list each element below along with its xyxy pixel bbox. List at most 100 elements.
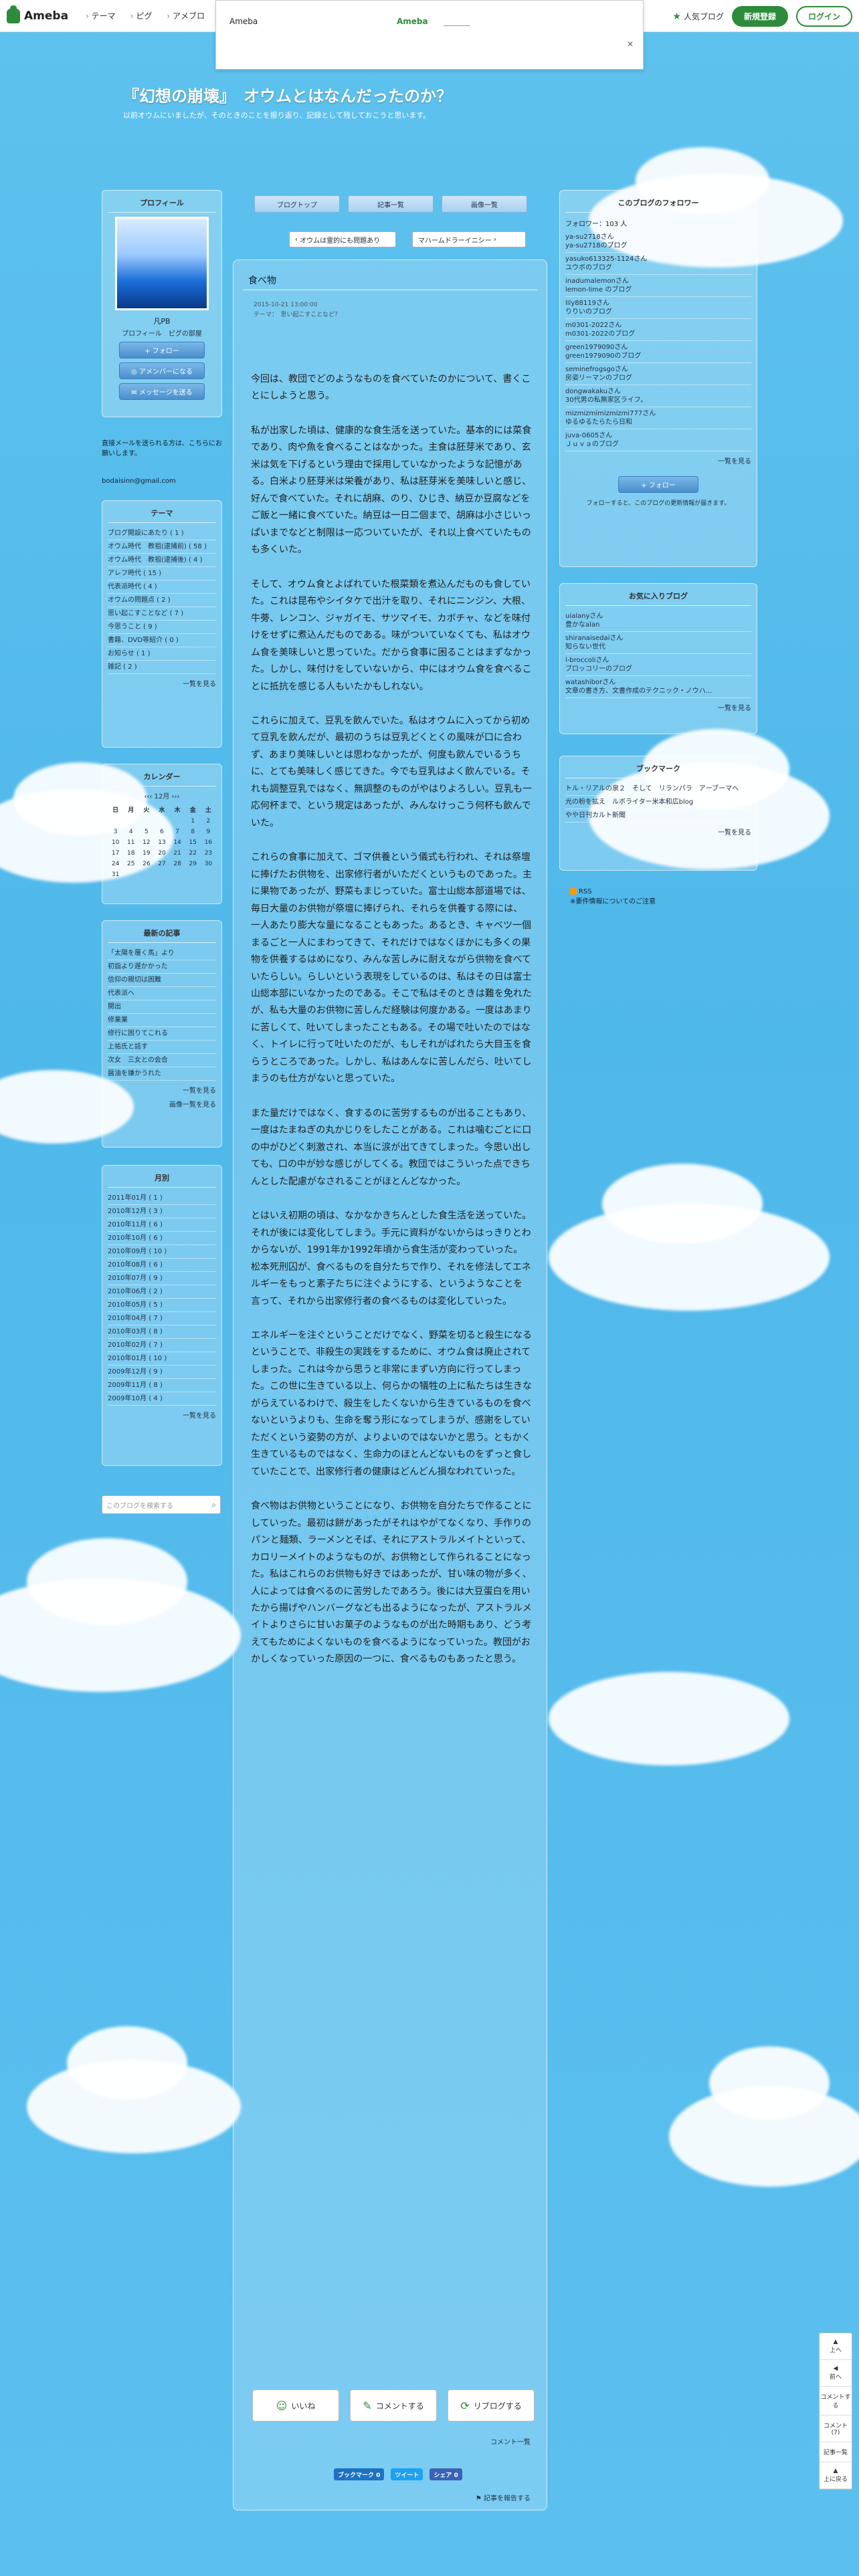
tweet-button[interactable]: ツイート xyxy=(391,2468,423,2480)
follower-item[interactable]: seminefrogsgoさん 房姿リーマンのブログ xyxy=(565,363,751,385)
like-button[interactable]: ☺ いいね xyxy=(252,2389,339,2422)
prev-entry-link[interactable]: ‹ オウムは霊的にも問題あり xyxy=(289,231,396,247)
tab-entry-list[interactable]: 記事一覧 xyxy=(348,195,434,213)
search-icon[interactable]: ⌕ xyxy=(211,1500,216,1510)
monthly-item[interactable]: 2010年04月 ( 7 ) xyxy=(108,1312,216,1325)
top-nav-ameblo[interactable]: アメブロ xyxy=(167,10,205,21)
monthly-item[interactable]: 2009年10月 ( 4 ) xyxy=(108,1392,216,1406)
report-link[interactable]: ⚑ 記事を報告する xyxy=(476,2492,531,2502)
bookmark-item[interactable]: トル・リアルの泉２ そして リランパラ アーブーマへ xyxy=(565,782,751,796)
amember-button[interactable]: ◎ アメンバーになる xyxy=(119,362,205,379)
follow-button[interactable]: + フォロー xyxy=(119,342,205,358)
followers-more-link[interactable]: 一覧を見る xyxy=(565,455,751,465)
recent-post-item[interactable]: 初詣より遅かかった xyxy=(108,960,216,974)
theme-item[interactable]: ブログ開設にあたり ( 1 ) xyxy=(108,527,216,540)
follower-item[interactable]: dongwakakuさん 30代男の私無家区ライフ。 xyxy=(565,385,751,407)
theme-item[interactable]: アレフ時代 ( 15 ) xyxy=(108,567,216,580)
monthly-more-link[interactable]: 一覧を見る xyxy=(108,1410,216,1420)
tab-blog-top[interactable]: ブログトップ xyxy=(254,195,340,213)
tab-image-list[interactable]: 画像一覧 xyxy=(442,195,527,213)
favorite-item[interactable]: watashiborさん 文章の書き方、文書作成のテクニック・ノウハ... xyxy=(565,676,751,698)
ad-link[interactable]: Ameba xyxy=(397,17,428,26)
register-button[interactable]: 新規登録 xyxy=(731,6,788,27)
recent-more-link[interactable]: 一覧を見る xyxy=(108,1085,216,1095)
monthly-item[interactable]: 2010年12月 ( 3 ) xyxy=(108,1205,216,1218)
theme-more-link[interactable]: 一覧を見る xyxy=(108,678,216,688)
chevron-left-icon[interactable]: ‹‹‹ xyxy=(144,793,154,800)
rss-link[interactable]: RSS xyxy=(570,887,656,897)
monthly-item[interactable]: 2010年01月 ( 10 ) xyxy=(108,1352,216,1366)
theme-item[interactable]: 書籍、DVD等紹介 ( 0 ) xyxy=(108,634,216,647)
recent-post-item[interactable]: 開出 xyxy=(108,1000,216,1014)
chevron-right-icon[interactable]: ››› xyxy=(172,793,180,800)
monthly-item[interactable]: 2010年03月 ( 8 ) xyxy=(108,1325,216,1339)
bookmarks-more-link[interactable]: 一覧を見る xyxy=(565,827,751,837)
follower-item[interactable]: mizmizmimizmizmi777さん ゆるゆるたらたら日和 xyxy=(565,407,751,429)
login-button[interactable]: ログイン xyxy=(795,6,852,27)
popular-blog-link[interactable]: ★ 人気ブログ xyxy=(672,11,724,22)
comment-button[interactable]: ✎ コメントする xyxy=(350,2389,437,2422)
monthly-item[interactable]: 2009年11月 ( 8 ) xyxy=(108,1379,216,1392)
float-comment-button[interactable]: コメントする xyxy=(820,2387,852,2416)
recent-post-item[interactable]: 修業業 xyxy=(108,1014,216,1027)
theme-item[interactable]: オウム時代 教祖(逮捕後) ( 4 ) xyxy=(108,554,216,567)
bookmark-item[interactable]: 光の粉を拡え ルボライター米本和広blog xyxy=(565,796,751,809)
follower-item[interactable]: m0301-2022さん m0301-2022のブログ xyxy=(565,319,751,341)
comment-list-link[interactable]: コメント一覧 xyxy=(490,2436,531,2446)
float-entry-list[interactable]: 記事一覧 xyxy=(820,2442,852,2462)
next-entry-link[interactable]: マハームドラーイニシー › xyxy=(412,231,526,247)
float-comment-count[interactable]: コメント(7) xyxy=(820,2416,852,2442)
theme-item[interactable]: 今思うこと ( 9 ) xyxy=(108,621,216,634)
rss-note[interactable]: ※要件情報についてのご注意 xyxy=(570,897,656,907)
favorite-item[interactable]: l-broccoliさん ブロッコリーのブログ xyxy=(565,654,751,676)
article-theme[interactable]: テーマ： 思い起こすことなど？ xyxy=(254,310,341,320)
monthly-item[interactable]: 2010年10月 ( 6 ) xyxy=(108,1232,216,1245)
monthly-item[interactable]: 2010年05月 ( 5 ) xyxy=(108,1299,216,1312)
recent-post-item[interactable]: 上祐氏と話す xyxy=(108,1041,216,1054)
monthly-item[interactable]: 2010年06月 ( 2 ) xyxy=(108,1285,216,1299)
theme-item[interactable]: オウムの問題点 ( 2 ) xyxy=(108,594,216,607)
facebook-share-button[interactable]: シェア 0 xyxy=(430,2468,462,2480)
profile-image[interactable] xyxy=(115,217,209,310)
hatena-bookmark-button[interactable]: ブックマーク 0 xyxy=(334,2468,385,2480)
monthly-item[interactable]: 2010年07月 ( 9 ) xyxy=(108,1272,216,1285)
recent-post-item[interactable]: 醤油を嫌かうれた xyxy=(108,1067,216,1081)
follower-item[interactable]: yasuko613325-1124さん ユウボのブログ xyxy=(565,253,751,275)
float-up-button[interactable]: ▲ 上へ xyxy=(820,2333,852,2360)
reblog-button[interactable]: ⟳ リブログする xyxy=(448,2389,535,2422)
blog-title[interactable]: 『幻想の崩壊』 オウムとはなんだったのか？ xyxy=(123,83,452,106)
right-follow-button[interactable]: + フォロー xyxy=(618,476,698,493)
monthly-item[interactable]: 2010年11月 ( 6 ) xyxy=(108,1218,216,1232)
monthly-item[interactable]: 2011年01月 ( 1 ) xyxy=(108,1192,216,1205)
top-nav-pigg[interactable]: ピグ xyxy=(130,10,152,21)
favorite-item[interactable]: uialanyさん 豊かなalan xyxy=(565,610,751,632)
ameba-logo[interactable]: Ameba xyxy=(7,5,68,23)
theme-item[interactable]: 雑記 ( 2 ) xyxy=(108,661,216,674)
theme-item[interactable]: 代表派時代 ( 4 ) xyxy=(108,580,216,594)
monthly-item[interactable]: 2010年02月 ( 7 ) xyxy=(108,1339,216,1352)
follower-item[interactable]: ya-su2718さん ya-su2718のブログ xyxy=(565,231,751,253)
follower-item[interactable]: lily88119さん りりいのブログ xyxy=(565,297,751,319)
follower-item[interactable]: juva-0605さん Ｊｕｖａのブログ xyxy=(565,429,751,451)
favorite-item[interactable]: shiranaisedaiさん 知らない世代 xyxy=(565,632,751,654)
theme-item[interactable]: オウム時代 教祖(逮捕前) ( 58 ) xyxy=(108,540,216,554)
profile-name[interactable]: 凡PB xyxy=(108,316,216,326)
recent-post-item[interactable]: 代表派へ xyxy=(108,987,216,1000)
favorites-more-link[interactable]: 一覧を見る xyxy=(565,702,751,712)
recent-post-item[interactable]: 修行に困りてこれる xyxy=(108,1027,216,1041)
monthly-item[interactable]: 2010年09月 ( 10 ) xyxy=(108,1245,216,1259)
float-prev-button[interactable]: ◀ 前へ xyxy=(820,2360,852,2387)
close-icon[interactable]: ✕ xyxy=(627,39,634,49)
follower-item[interactable]: inadumalemonさん lemon-lime のブログ xyxy=(565,275,751,297)
recent-post-item[interactable]: 信仰の親切は困難 xyxy=(108,974,216,987)
recent-post-item[interactable]: 次女 三女との会合 xyxy=(108,1054,216,1067)
theme-item[interactable]: お知らせ ( 1 ) xyxy=(108,647,216,661)
follower-item[interactable]: green1979090さん green1979090のブログ xyxy=(565,341,751,363)
article-title[interactable]: 食べ物 xyxy=(248,274,276,287)
message-button[interactable]: ✉ メッセージを送る xyxy=(119,383,205,400)
blog-search-input[interactable]: このブログを検索する ⌕ xyxy=(102,1495,221,1514)
top-nav-theme[interactable]: テーマ xyxy=(86,10,116,21)
bookmark-item[interactable]: やや日刊カルト新聞 xyxy=(565,809,751,823)
recent-images-link[interactable]: 画像一覧を見る xyxy=(108,1099,216,1109)
theme-item[interactable]: 思い起こすことなど ( 7 ) xyxy=(108,607,216,621)
